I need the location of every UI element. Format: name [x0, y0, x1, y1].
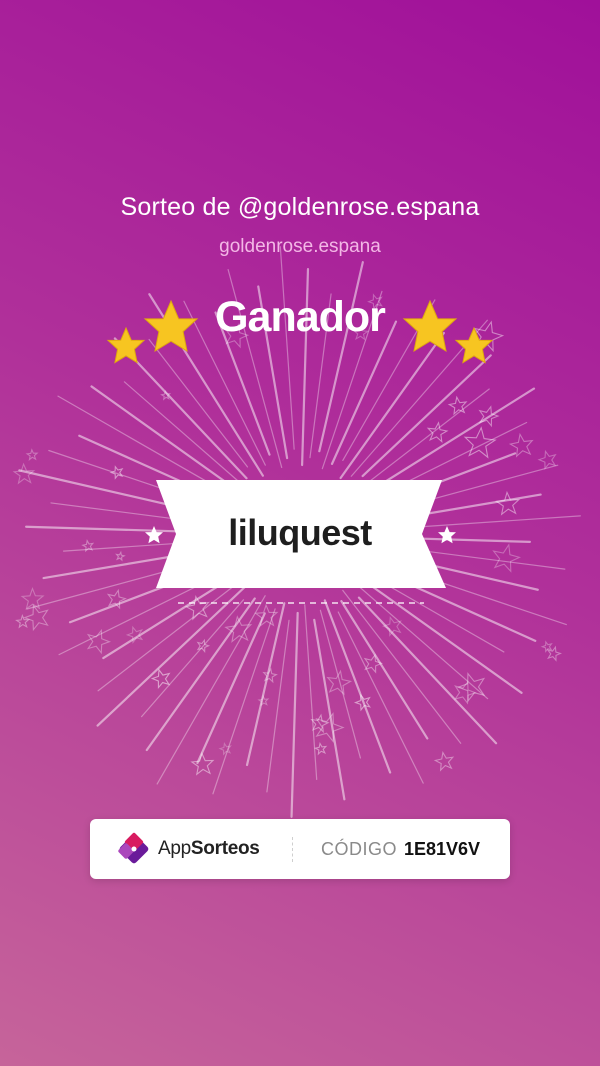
code-label: CÓDIGO	[321, 839, 398, 859]
burst-ray	[342, 589, 462, 744]
outline-star-icon	[224, 615, 253, 643]
outline-star-icon	[315, 712, 345, 743]
burst-ray	[339, 331, 446, 480]
outline-star-icon	[426, 421, 449, 443]
burst-ray	[304, 604, 318, 781]
outline-star-icon	[433, 751, 455, 772]
burst-ray	[290, 611, 299, 818]
burst-ray	[340, 600, 429, 740]
raffle-title: Sorteo de @goldenrose.espana	[120, 193, 480, 221]
appsorteos-logo-icon	[118, 832, 149, 864]
burst-ray	[123, 381, 248, 490]
footer-divider	[292, 837, 293, 862]
burst-ray	[96, 581, 251, 727]
account-handle: goldenrose.espana	[219, 236, 381, 257]
code-value: 1E81V6V	[404, 839, 481, 859]
burst-ray	[337, 611, 424, 784]
outline-star-icon	[160, 389, 172, 401]
outline-star-icon	[115, 550, 126, 562]
outline-star-icon	[463, 426, 497, 459]
outline-star-icon	[546, 645, 563, 662]
burst-ray	[102, 579, 229, 660]
outline-star-icon	[25, 448, 39, 461]
burst-ray	[318, 261, 364, 453]
footer-card: AppSorteos CÓDIGO 1E81V6V	[90, 819, 510, 879]
burst-ray	[279, 246, 295, 450]
burst-ray	[266, 619, 290, 793]
outline-star-icon	[190, 751, 215, 776]
burst-ray	[361, 354, 492, 478]
outline-star-icon	[109, 465, 124, 480]
burst-ray	[319, 609, 361, 759]
outline-star-icon	[492, 543, 522, 573]
burst-ray	[313, 618, 346, 801]
brand-prefix: App	[158, 838, 191, 859]
winner-heading: Ganador	[215, 293, 386, 341]
burst-ray	[357, 596, 498, 745]
outline-star-icon	[363, 653, 384, 674]
outline-star-icon	[313, 741, 328, 756]
winner-banner: liluquest	[150, 476, 450, 592]
outline-star-icon	[12, 462, 36, 485]
outline-star-icon	[262, 667, 278, 684]
outline-star-icon	[326, 669, 353, 696]
brand-name: AppSorteos	[158, 838, 260, 860]
outline-star-icon	[494, 490, 521, 516]
burst-ray	[245, 602, 286, 767]
burst-ray	[355, 574, 523, 694]
burst-ray	[90, 385, 232, 487]
brand-suffix: Sorteos	[190, 838, 260, 859]
outline-star-icon	[540, 640, 553, 653]
outline-star-icon	[447, 395, 468, 416]
winner-name: liluquest	[228, 512, 372, 553]
